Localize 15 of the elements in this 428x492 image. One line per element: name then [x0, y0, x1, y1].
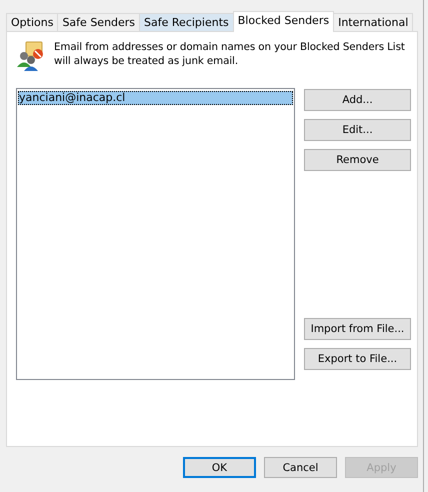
side-button[interactable]: Edit...	[304, 119, 411, 141]
side-button[interactable]: Import from File...	[304, 318, 411, 340]
blocked-users-icon	[16, 40, 46, 72]
tab[interactable]: Options	[6, 13, 58, 31]
description-text: Email from addresses or domain names on your Blocked Senders List will always be treated as junk email.	[54, 40, 406, 68]
blocked-senders-list[interactable]: yanciani@inacap.cl	[16, 88, 295, 380]
list-item[interactable]: yanciani@inacap.cl	[18, 91, 293, 105]
dialog-button[interactable]: Cancel	[264, 457, 337, 478]
dialog-button[interactable]: OK	[183, 457, 256, 478]
side-button[interactable]: Remove	[304, 149, 411, 171]
side-button[interactable]: Export to File...	[304, 348, 411, 370]
tab[interactable]: Blocked Senders	[232, 11, 334, 32]
tab[interactable]: Safe Recipients	[139, 13, 234, 31]
side-button[interactable]: Add...	[304, 89, 411, 111]
tab[interactable]: International	[333, 13, 414, 31]
